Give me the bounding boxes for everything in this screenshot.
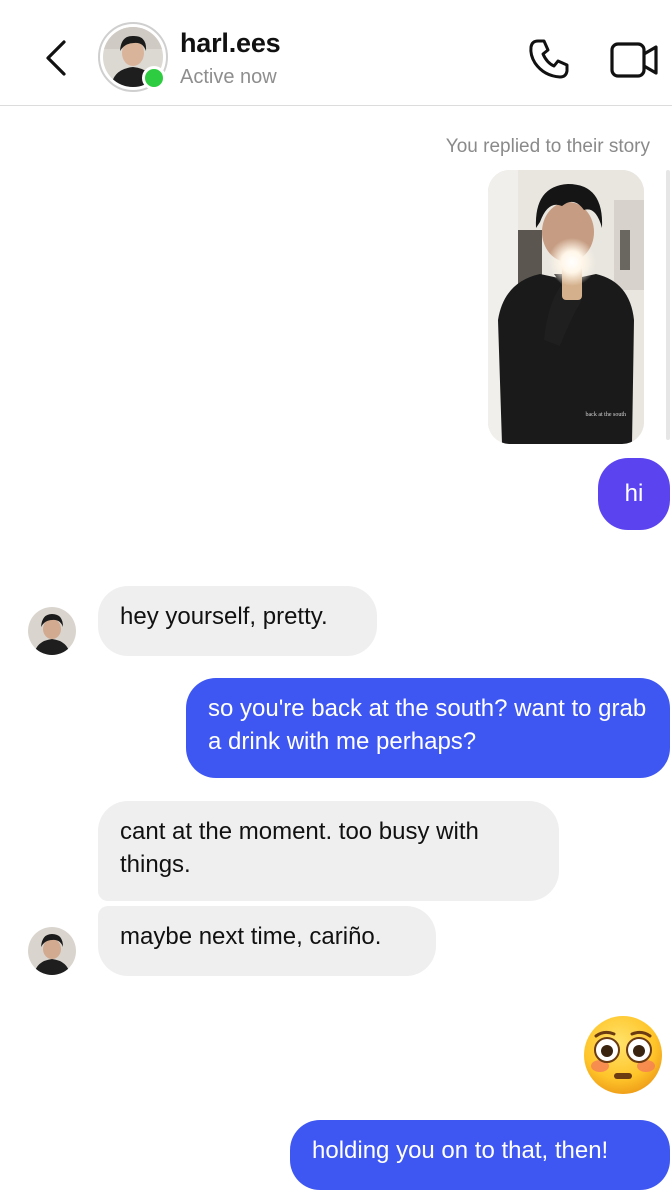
emoji-message[interactable] — [582, 1014, 664, 1096]
message-bubble-incoming[interactable]: cant at the moment. too busy with things… — [98, 801, 559, 901]
flushed-face-icon — [584, 1016, 662, 1094]
sender-avatar[interactable] — [28, 607, 76, 655]
story-reply-caption: You replied to their story — [445, 136, 650, 157]
phone-icon — [529, 39, 569, 79]
story-thumbnail[interactable]: back at the south — [488, 170, 644, 444]
message-bubble-incoming[interactable]: maybe next time, cariño. — [98, 906, 436, 976]
back-button[interactable] — [36, 36, 76, 80]
active-status: Active now — [180, 66, 277, 88]
chat-header: harl.ees Active now — [0, 0, 672, 106]
scrollbar[interactable] — [666, 170, 670, 440]
sender-avatar[interactable] — [28, 927, 76, 975]
story-overlay-text: back at the south — [585, 412, 627, 418]
contact-username[interactable]: harl.ees — [180, 28, 281, 59]
message-bubble-incoming[interactable]: hey yourself, pretty. — [98, 586, 377, 656]
message-bubble-outgoing[interactable]: holding you on to that, then! — [290, 1120, 670, 1190]
message-bubble-outgoing[interactable]: hi — [598, 458, 670, 530]
video-call-button[interactable] — [608, 38, 660, 82]
online-status-dot — [142, 66, 166, 90]
chevron-left-icon — [46, 40, 66, 76]
message-bubble-outgoing[interactable]: so you're back at the south? want to gra… — [186, 678, 670, 778]
video-camera-icon — [610, 42, 658, 78]
audio-call-button[interactable] — [526, 36, 572, 82]
